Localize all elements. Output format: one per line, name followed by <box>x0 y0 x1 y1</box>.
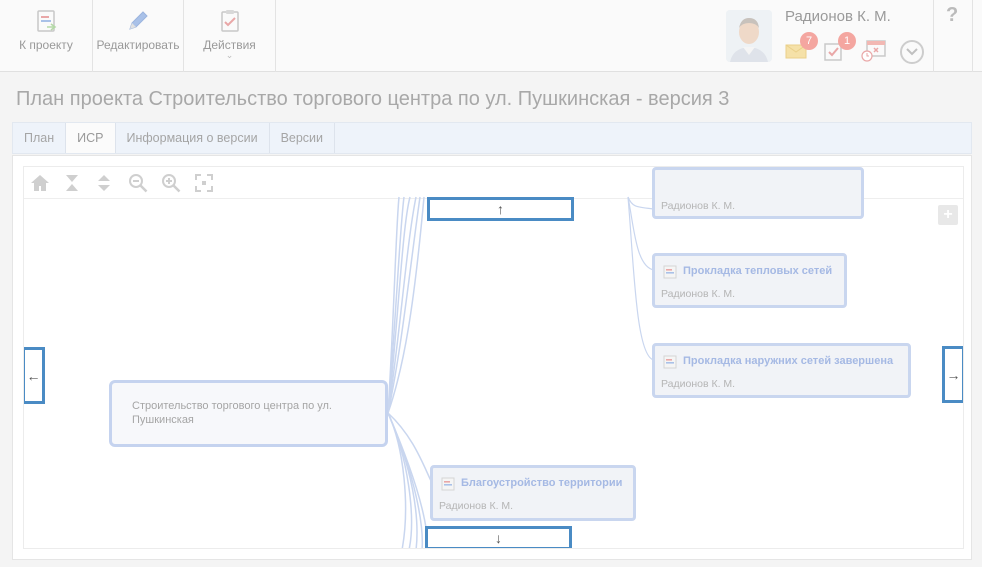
to-project-label: К проекту <box>19 38 73 52</box>
tab-plan[interactable]: План <box>13 123 67 153</box>
node-author: Радионов К. М. <box>661 378 736 390</box>
wbs-node-heat-networks[interactable]: Прокладка тепловых сетей Радионов К. М. <box>652 253 847 308</box>
node-title: Прокладка тепловых сетей <box>683 265 833 277</box>
expand-user-menu-button[interactable] <box>900 40 924 64</box>
pencil-icon <box>123 6 153 36</box>
wbs-node-landscaping[interactable]: Благоустройство территории Радионов К. М… <box>430 465 636 521</box>
scroll-right-button[interactable]: → <box>942 346 963 403</box>
tab-version-info[interactable]: Информация о версии <box>116 123 270 153</box>
tasks-badge: 1 <box>838 32 856 50</box>
tab-wbs[interactable]: ИСР <box>66 123 116 153</box>
top-toolbar: К проекту Редактировать Действия ⌄ Радио… <box>0 0 982 72</box>
tasks-notification[interactable]: 1 <box>822 32 856 62</box>
calendar-icon <box>861 40 886 62</box>
scroll-down-button[interactable]: ↓ <box>425 526 572 548</box>
tab-bar: План ИСР Информация о версии Версии <box>12 122 972 154</box>
task-icon <box>441 477 455 491</box>
task-icon <box>663 265 677 279</box>
wbs-canvas[interactable]: Строительство торгового центра по ул. Пу… <box>23 166 964 549</box>
checklist-icon <box>215 6 245 36</box>
actions-chevron-icon: ⌄ <box>225 50 234 60</box>
app-window: К проекту Редактировать Действия ⌄ Радио… <box>0 0 982 567</box>
toolbar-divider-right <box>972 0 973 72</box>
wbs-node[interactable]: Радионов К. М. <box>652 167 864 219</box>
node-author: Радионов К. М. <box>661 288 736 300</box>
chevron-down-icon <box>906 48 918 56</box>
user-name[interactable]: Радионов К. М. <box>785 8 891 25</box>
help-button[interactable]: ? <box>946 4 958 27</box>
project-icon <box>31 6 61 36</box>
calendar-notification[interactable] <box>861 38 887 62</box>
messages-notification[interactable]: 7 <box>784 32 818 62</box>
node-author: Радионов К. М. <box>661 200 736 212</box>
toolbar-divider <box>933 0 934 72</box>
node-author: Радионов К. М. <box>439 500 514 512</box>
task-icon <box>663 355 677 369</box>
to-project-button[interactable]: К проекту <box>0 0 93 72</box>
wbs-node-external-networks[interactable]: Прокладка наружних сетей завершена Радио… <box>652 343 911 398</box>
tab-versions[interactable]: Версии <box>270 123 336 153</box>
edit-label: Редактировать <box>96 38 180 52</box>
messages-badge: 7 <box>800 32 818 50</box>
avatar[interactable] <box>726 10 772 62</box>
wbs-root-node[interactable]: Строительство торгового центра по ул. Пу… <box>109 380 388 447</box>
node-title: Благоустройство территории <box>461 477 623 489</box>
scroll-left-button[interactable]: ← <box>24 347 45 404</box>
node-title: Прокладка наружних сетей завершена <box>683 355 894 367</box>
page-title: План проекта Строительство торгового цен… <box>16 88 730 110</box>
scroll-up-button[interactable]: ↑ <box>427 197 574 221</box>
actions-button[interactable]: Действия ⌄ <box>184 0 276 72</box>
wbs-panel: Строительство торгового центра по ул. Пу… <box>12 155 972 560</box>
root-node-title: Строительство торгового центра по ул. Пу… <box>132 400 332 426</box>
add-node-button[interactable]: + <box>938 205 958 225</box>
edit-button[interactable]: Редактировать <box>93 0 184 72</box>
